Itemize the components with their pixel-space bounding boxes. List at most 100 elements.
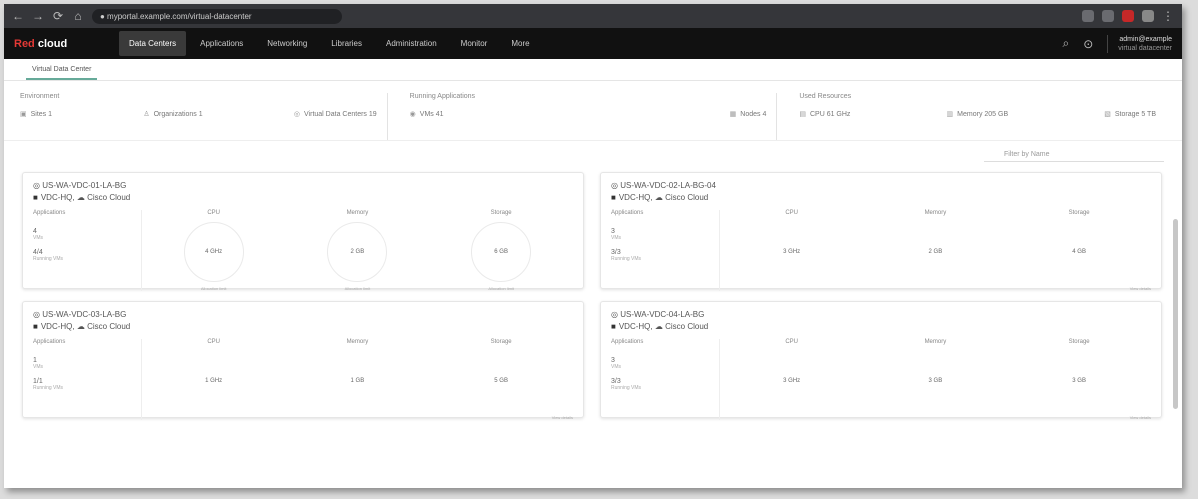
brand-logo[interactable]: Red cloud <box>14 38 119 50</box>
memory-icon: ▥ <box>946 111 954 118</box>
memory-gauge: 2 GB <box>327 222 388 282</box>
card-applications: Applications 3 VMs 3/3 Running VMs <box>611 210 720 291</box>
card-title[interactable]: ◎ US-WA-VDC-03-LA-BG <box>33 310 573 319</box>
card-memory: Memory 1 GB <box>286 339 430 420</box>
org-icon: ■ <box>33 322 38 331</box>
organization-icon: ♙ <box>143 111 150 118</box>
card-applications: Applications 3 VMs 3/3 Running VMs <box>611 339 720 420</box>
app-header: Red cloud Data Centers Applications Netw… <box>4 28 1182 59</box>
extension-icon[interactable] <box>1122 10 1134 22</box>
vdc-card[interactable]: ◎ US-WA-VDC-04-LA-BG ■ VDC-HQ, ☁ Cisco Cl… <box>600 301 1162 420</box>
extension-icon[interactable] <box>1102 10 1114 22</box>
menu-icon[interactable]: ⋮ <box>1162 9 1174 23</box>
view-details-link[interactable]: View details <box>1007 286 1151 291</box>
reload-icon[interactable]: ⟳ <box>52 9 64 23</box>
summary-item[interactable]: ▤ CPU 61 GHz <box>799 110 850 118</box>
user-menu[interactable]: admin@example virtual datacenter <box>1107 34 1172 53</box>
summary-panel: Environment ▣ Sites 1 ♙ Organizations 1 ◎ V… <box>4 81 1182 141</box>
cpu-gauge: 4 GHz <box>183 222 244 282</box>
memory-value: 3 GB <box>928 378 943 384</box>
vdc-card[interactable]: ◎ US-WA-VDC-01-LA-BG ■ VDC-HQ, ☁ Cisco Cl… <box>22 172 584 291</box>
memory-value: 1 GB <box>350 378 365 384</box>
card-storage: Storage 3 GB View details <box>1007 339 1151 420</box>
card-applications: Applications 4 VMs 4/4 Running VMs <box>33 210 142 291</box>
back-icon[interactable]: ← <box>12 9 24 23</box>
summary-item[interactable]: ▣ Sites 1 <box>20 110 52 118</box>
summary-resources: Used Resources ▤ CPU 61 GHz ▥ Memory 205 G… <box>776 93 1166 140</box>
card-title[interactable]: ◎ US-WA-VDC-01-LA-BG <box>33 181 573 190</box>
org-icon: ■ <box>611 193 616 202</box>
summary-title: Used Resources <box>799 93 852 100</box>
vdc-card[interactable]: ◎ US-WA-VDC-03-LA-BG ■ VDC-HQ, ☁ Cisco Cl… <box>22 301 584 420</box>
view-details-link[interactable]: View details <box>1007 415 1151 420</box>
card-title[interactable]: ◎ US-WA-VDC-04-LA-BG <box>611 310 1151 319</box>
nav-tab-more[interactable]: More <box>501 31 539 56</box>
org-icon: ■ <box>33 193 38 202</box>
storage-value: 5 GB <box>494 378 508 384</box>
card-memory: Memory 2 GB Allocation limit <box>286 210 430 291</box>
card-meta: ■ VDC-HQ, ☁ Cisco Cloud <box>611 322 709 331</box>
nav-tab-applications[interactable]: Applications <box>190 31 253 56</box>
summary-item[interactable]: ◎ Virtual Data Centers 19 <box>294 110 377 118</box>
summary-running: Running Applications ◉ VMs 41 ▦ Nodes 4 <box>386 93 777 140</box>
cpu-icon: ▤ <box>799 111 806 118</box>
nav-tab-libraries[interactable]: Libraries <box>321 31 372 56</box>
summary-item[interactable]: ▦ Nodes 4 <box>730 110 767 118</box>
vdc-card-grid: ◎ US-WA-VDC-01-LA-BG ■ VDC-HQ, ☁ Cisco Cl… <box>22 172 1162 420</box>
card-memory: Memory 2 GB <box>864 210 1008 291</box>
datacenter-icon: ◎ <box>33 310 43 319</box>
vm-icon: ◉ <box>409 111 416 118</box>
card-memory: Memory 3 GB <box>864 339 1008 420</box>
card-meta: ■ VDC-HQ, ☁ Cisco Cloud <box>33 193 131 202</box>
forward-icon[interactable]: → <box>32 9 44 23</box>
filter-input[interactable]: Filter by Name <box>984 151 1164 162</box>
help-icon[interactable]: ⊙ <box>1083 37 1093 51</box>
sub-tabs: Virtual Data Center <box>4 59 1182 81</box>
cpu-value: 1 GHz <box>205 378 223 384</box>
summary-environment: Environment ▣ Sites 1 ♙ Organizations 1 ◎ V… <box>20 93 387 140</box>
card-meta: ■ VDC-HQ, ☁ Cisco Cloud <box>33 322 131 331</box>
summary-item[interactable]: ♙ Organizations 1 <box>143 110 202 118</box>
storage-icon: ▧ <box>1104 111 1111 118</box>
datacenter-icon: ◎ <box>611 310 621 319</box>
storage-gauge: 6 GB <box>471 222 532 282</box>
summary-item[interactable]: ◉ VMs 41 <box>410 110 444 118</box>
tab-virtual-data-center[interactable]: Virtual Data Center <box>26 66 98 80</box>
nav-tab-data-centers[interactable]: Data Centers <box>119 31 187 56</box>
profile-icon[interactable] <box>1142 10 1154 22</box>
nav-tab-administration[interactable]: Administration <box>376 31 447 56</box>
summary-item[interactable]: ▥ Memory 205 GB <box>947 110 1009 118</box>
extension-icon[interactable] <box>1082 10 1094 22</box>
view-details-link[interactable]: View details <box>429 415 573 420</box>
nav-tab-monitor[interactable]: Monitor <box>451 31 498 56</box>
cloud-icon: ☁ <box>654 322 666 331</box>
url-text: ● myportal.example.com/virtual-datacente… <box>100 11 252 21</box>
home-icon[interactable]: ⌂ <box>72 9 84 23</box>
card-storage: Storage 6 GB Allocation limit <box>429 210 573 291</box>
datacenter-icon: ◎ <box>611 181 621 190</box>
summary-title: Environment <box>20 93 60 100</box>
search-icon[interactable]: ⌕ <box>1063 36 1070 51</box>
summary-title: Running Applications <box>409 93 476 100</box>
address-bar[interactable]: ● myportal.example.com/virtual-datacente… <box>92 8 342 24</box>
storage-value: 4 GB <box>1072 249 1086 255</box>
cloud-icon: ☁ <box>76 322 88 331</box>
card-cpu: CPU 3 GHz <box>720 339 864 420</box>
vdc-card[interactable]: ◎ US-WA-VDC-02-LA-BG-04 ■ VDC-HQ, ☁ Cisco… <box>600 172 1162 291</box>
user-org: virtual datacenter <box>1118 44 1172 52</box>
datacenter-icon: ◎ <box>293 111 301 118</box>
card-title[interactable]: ◎ US-WA-VDC-02-LA-BG-04 <box>611 181 1151 190</box>
memory-value: 2 GB <box>928 249 943 255</box>
datacenter-icon: ◎ <box>33 181 43 190</box>
summary-item[interactable]: ▧ Storage 5 TB <box>1104 110 1156 118</box>
card-cpu: CPU 3 GHz <box>720 210 864 291</box>
card-cpu: CPU 4 GHz Allocation limit <box>142 210 286 291</box>
card-storage: Storage 4 GB View details <box>1007 210 1151 291</box>
user-name: admin@example <box>1119 35 1172 43</box>
card-storage: Storage 5 GB View details <box>429 339 573 420</box>
scrollbar[interactable] <box>1173 219 1178 409</box>
nav-tab-networking[interactable]: Networking <box>257 31 317 56</box>
card-cpu: CPU 1 GHz <box>142 339 286 420</box>
cpu-value: 3 GHz <box>783 249 801 255</box>
node-icon: ▦ <box>729 111 737 118</box>
